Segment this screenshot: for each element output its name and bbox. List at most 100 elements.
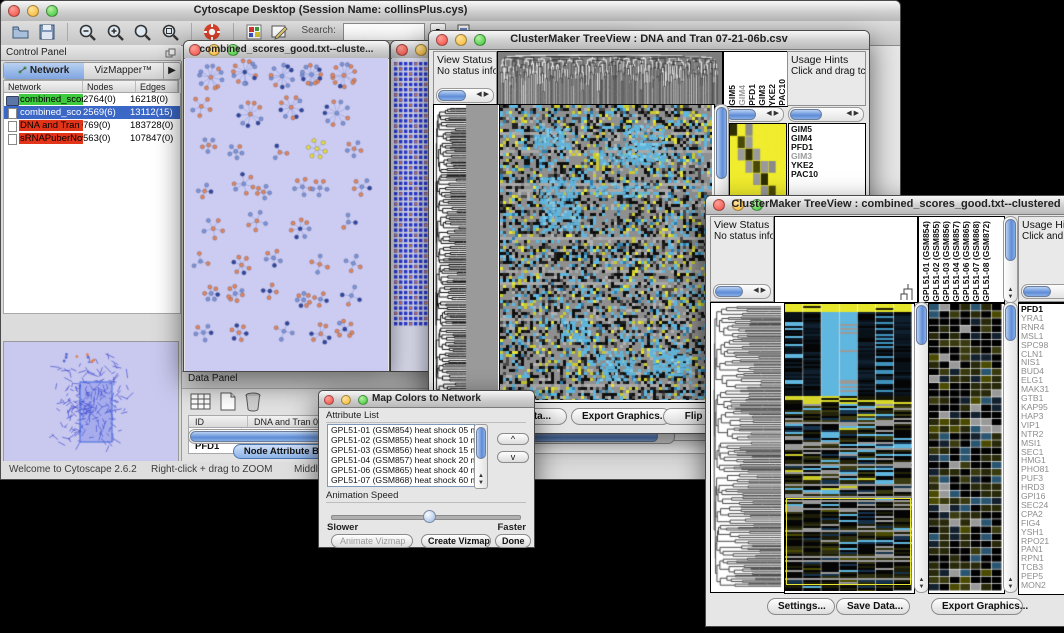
new-attribute-icon[interactable] xyxy=(218,391,238,417)
tv2-genelist-vscrollbar[interactable]: ▲▼ xyxy=(1003,302,1018,593)
tab-overflow-arrow[interactable]: ▶ xyxy=(163,63,180,79)
tv2-hints-scrollbar[interactable] xyxy=(1021,284,1064,299)
tv2-heatmap[interactable] xyxy=(784,302,915,594)
tv1-column-label[interactable]: GIM4 xyxy=(737,85,747,106)
attribute-list-item[interactable]: GPL51-01 (GSM854) heat shock 05 min xyxy=(328,425,474,435)
create-vizmap-button[interactable]: Create Vizmap xyxy=(421,534,491,548)
network-row[interactable]: sRNAPuberNov2+563(0)107847(0) xyxy=(4,132,180,145)
attribute-list-item[interactable]: GPL51-02 (GSM855) heat shock 10 min xyxy=(328,435,474,445)
table-icon[interactable] xyxy=(190,392,212,417)
close-icon[interactable] xyxy=(8,5,20,17)
network-row[interactable]: combined_scores2764(0)16218(0) xyxy=(4,93,180,106)
tab-network[interactable]: Network xyxy=(4,63,84,79)
tv2-column-dendrogram[interactable] xyxy=(774,216,918,303)
attribute-list-item[interactable]: GPL51-04 (GSM857) heat shock 20 min xyxy=(328,455,474,465)
open-file-icon[interactable] xyxy=(11,23,30,46)
birdseye-panel[interactable] xyxy=(3,341,179,463)
tv1-row-dendrogram-canvas[interactable] xyxy=(434,105,498,400)
tv1-zoom-heatmap-canvas[interactable] xyxy=(730,124,784,198)
delete-attribute-trash-icon[interactable] xyxy=(244,391,262,417)
dialog-title-bar[interactable]: Map Colors to Network xyxy=(319,391,534,408)
zoom-fit-icon[interactable] xyxy=(133,23,153,47)
window-controls[interactable] xyxy=(8,5,58,17)
attribute-list-item[interactable]: GPL51-07 (GSM868) heat shock 60 min xyxy=(328,475,474,485)
tv2-column-label[interactable]: GPL51-04 (GSM857) xyxy=(951,221,961,302)
network-view[interactable] xyxy=(185,58,388,371)
tv2-labels-vscrollbar[interactable]: ▲▼ xyxy=(1003,216,1018,303)
network-canvas[interactable] xyxy=(185,58,388,370)
tv1-hints-scrollbar[interactable]: ◀▶ xyxy=(788,107,864,122)
tv2-row-dendrogram-canvas[interactable] xyxy=(711,303,783,590)
attribute-list-scrollbar[interactable]: ▲▼ xyxy=(474,424,488,489)
tv1-labels-scrollbar[interactable]: ◀▶ xyxy=(725,107,784,122)
tv2-heatmap-vscrollbar[interactable]: ▲▼ xyxy=(914,302,929,593)
tv2-column-label[interactable]: GPL51-01 (GSM854) xyxy=(921,221,931,302)
network-row[interactable]: combined_sco2569(6)13112(15) xyxy=(4,106,180,119)
tv2-export-graphics-button[interactable]: Export Graphics... xyxy=(931,598,1023,615)
tv1-export-graphics-button[interactable]: Export Graphics... xyxy=(571,408,671,425)
close-icon[interactable] xyxy=(396,44,408,56)
minimize-icon[interactable] xyxy=(27,5,39,17)
col-edges[interactable]: Edges xyxy=(136,81,178,92)
birdseye-canvas[interactable] xyxy=(4,342,176,460)
tv1-status-scrollbar[interactable]: ◀▶ xyxy=(436,88,494,103)
tv1-column-dendrogram[interactable] xyxy=(497,51,723,107)
zoom-selected-icon[interactable] xyxy=(161,23,181,47)
tab-vizmapper[interactable]: VizMapper™ xyxy=(84,63,164,79)
tv1-zoom-heatmap[interactable] xyxy=(729,123,787,201)
attribute-list-item[interactable]: GPL51-06 (GSM865) heat shock 40 min xyxy=(328,465,474,475)
save-icon[interactable] xyxy=(38,23,56,46)
col-nodes[interactable]: Nodes xyxy=(83,81,136,92)
minimize-icon[interactable] xyxy=(415,44,427,56)
treeview2-title-bar[interactable]: ClusterMaker TreeView : combined_scores_… xyxy=(706,196,1064,215)
tv2-gene[interactable]: MON2 xyxy=(1019,581,1064,590)
tv2-gene-list[interactable]: PFD1YRA1RNR4MSL1SPC98CLN1NIS1BUD4ELG1MAK… xyxy=(1018,302,1064,595)
tv1-row-dendrogram[interactable] xyxy=(433,104,501,403)
col-network[interactable]: Network xyxy=(4,81,83,92)
move-up-button[interactable]: ^ xyxy=(497,433,529,445)
tv2-save-data-button[interactable]: Save Data... xyxy=(836,598,910,615)
tv2-settings-button[interactable]: Settings... xyxy=(767,598,835,615)
network-window-title-bar[interactable]: combined_scores_good.txt--cluste... xyxy=(184,41,389,59)
tv2-column-labels[interactable]: GPL51-01 (GSM854)GPL51-02 (GSM855)GPL51-… xyxy=(918,216,1005,303)
zoom-window-icon[interactable] xyxy=(46,5,58,17)
tv1-column-label[interactable]: PAC10 xyxy=(777,79,787,106)
attribute-list[interactable]: GPL51-01 (GSM854) heat shock 05 minGPL51… xyxy=(327,424,475,487)
tv1-heatmap[interactable] xyxy=(499,104,715,403)
tv1-gene[interactable]: PAC10 xyxy=(789,170,865,179)
tv1-usage-hints-panel: Usage Hints Click and drag tc xyxy=(787,51,866,106)
done-button[interactable]: Done xyxy=(495,534,531,548)
heatmap-selection-rect[interactable] xyxy=(786,498,911,585)
tv1-column-label[interactable]: GIM5 xyxy=(727,85,737,106)
tv2-column-label[interactable]: GPL51-02 (GSM855) xyxy=(931,221,941,302)
float-panel-icon[interactable] xyxy=(165,48,176,61)
tv1-heatmap-canvas[interactable] xyxy=(500,105,712,400)
tv2-zoom-heatmap[interactable] xyxy=(928,302,1005,594)
move-down-button[interactable]: v xyxy=(497,451,529,463)
zoom-in-icon[interactable] xyxy=(106,23,126,47)
slider-thumb[interactable] xyxy=(423,510,436,523)
tv2-column-label[interactable]: GPL51-03 (GSM856) xyxy=(941,221,951,302)
tv1-column-label[interactable]: PFD1 xyxy=(747,84,757,106)
tv2-column-label[interactable]: GPL51-07 (GSM868) xyxy=(971,221,981,302)
search-input[interactable] xyxy=(343,23,425,41)
animate-vizmap-button[interactable]: Animate Vizmap xyxy=(331,534,413,548)
dense-network-canvas[interactable] xyxy=(393,60,430,328)
search-label: Search: xyxy=(301,21,335,36)
treeview1-title-bar[interactable]: ClusterMaker TreeView : DNA and Tran 07-… xyxy=(429,31,869,50)
tv2-zoom-heatmap-canvas[interactable] xyxy=(929,304,1002,591)
main-title-bar[interactable]: Cytoscape Desktop (Session Name: collins… xyxy=(1,1,900,22)
tv1-column-labels[interactable]: GIM5GIM4PFD1GIM3YKE2PAC10 xyxy=(723,51,788,107)
network-row[interactable]: DNA and Tran 07769(0)183728(0) xyxy=(4,119,180,132)
tv1-column-dendrogram-canvas[interactable] xyxy=(498,52,720,104)
tv2-row-dendrogram[interactable] xyxy=(710,302,786,593)
tv2-column-label[interactable]: GPL51-06 (GSM865) xyxy=(961,221,971,302)
attribute-list-item[interactable]: GPL51-03 (GSM856) heat shock 15 min xyxy=(328,445,474,455)
tv2-status-scrollbar[interactable]: ◀▶ xyxy=(713,284,771,299)
speed-slider[interactable] xyxy=(331,510,521,522)
tv1-column-label[interactable]: YKE2 xyxy=(767,84,777,106)
zoom-out-icon[interactable] xyxy=(78,23,98,47)
tv2-column-label[interactable]: GPL51-08 (GSM872) xyxy=(981,221,991,302)
col-id[interactable]: ID xyxy=(189,416,248,427)
tv1-column-label[interactable]: GIM3 xyxy=(757,85,767,106)
